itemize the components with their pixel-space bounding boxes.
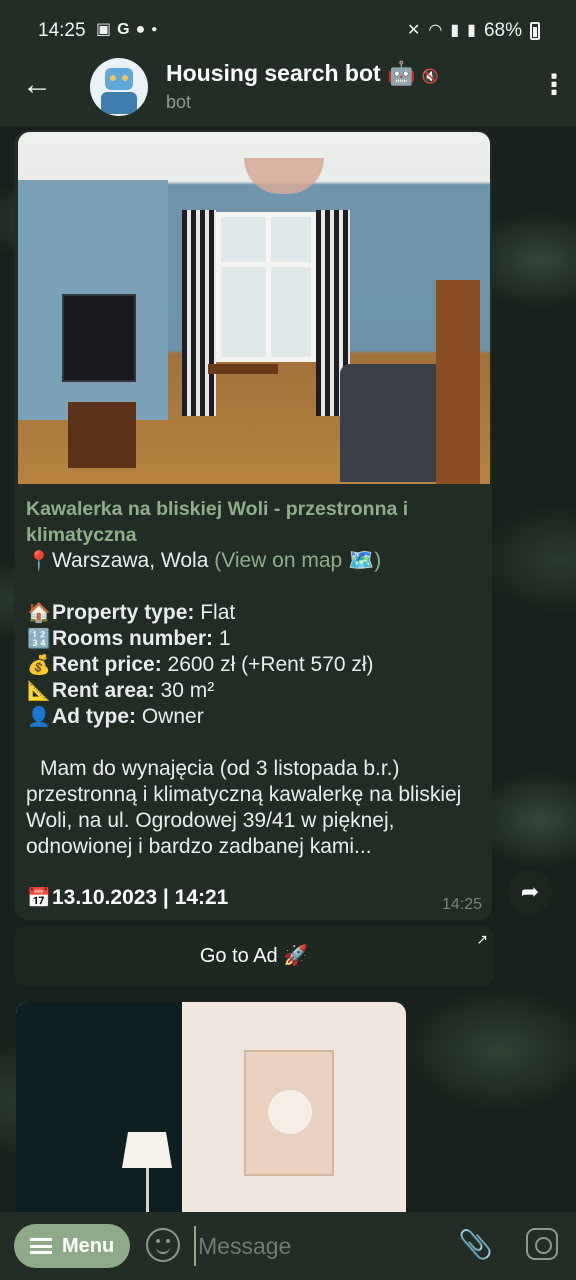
top-bar: 14:25 ▣ G ● ● ✕ ◠ ▮ ▮ 68% ← Housing sear… [0,0,576,126]
camera-icon[interactable] [526,1228,558,1260]
message-input[interactable] [194,1226,434,1266]
menu-label: Menu [62,1235,115,1257]
chat-header: ← Housing search bot 🤖 🔇 bot ⋮ [0,52,576,126]
rent-area-row: 📐Rent area: 30 m² [27,679,215,702]
status-time: 14:25 [38,20,86,41]
property-type-row: 🏠Property type: Flat [27,601,236,624]
listing-description: Mam do wynajęcia (od 3 listopada b.r.) p… [26,757,462,858]
attach-icon[interactable]: 📎 [458,1226,493,1264]
numbers-icon: 🔢 [27,628,51,650]
battery-icon [530,22,540,40]
listing-date: 📅13.10.2023 | 14:21 [27,886,229,909]
chat-title[interactable]: Housing search bot 🤖 🔇 [166,60,439,87]
signal-icon: ▮ [467,22,476,39]
listing-location: 📍Warszawa, Wola (View on map 🗺️) [27,549,382,572]
share-forward-icon[interactable]: ➦ [508,870,552,914]
chat-subtitle: bot [166,92,192,112]
apartment-photo[interactable] [18,132,490,484]
chat-icon: ● [135,21,146,38]
rent-price-row: 💰Rent price: 2600 zł (+Rent 570 zł) [27,653,374,676]
gallery-icon: ▣ [96,21,112,38]
message-time: 14:25 [441,896,482,913]
hamburger-icon [30,1238,52,1254]
second-apartment-photo[interactable] [16,1002,406,1212]
external-link-icon: ↗ [476,931,488,947]
avatar[interactable] [90,58,148,116]
signal-icon: ▮ [450,22,460,39]
calendar-icon: 📅 [27,887,51,909]
dot-icon: ● [151,24,158,35]
chat-title-text: Housing search bot 🤖 [166,60,416,86]
google-icon: G [117,21,130,38]
person-icon: 👤 [27,706,51,728]
ad-type-row: 👤Ad type: Owner [27,705,204,728]
money-bag-icon: 💰 [27,654,51,676]
wifi-icon: ◠ [428,22,443,39]
pin-icon: 📍 [27,550,51,572]
rooms-row: 🔢Rooms number: 1 [27,627,231,650]
more-options-icon[interactable]: ⋮ [540,70,568,100]
view-on-map-link[interactable]: (View on map 🗺️) [214,549,381,572]
house-icon: 🏠 [27,602,51,624]
mute-vibrate-icon: ✕ [406,22,421,39]
message-bubble[interactable]: Kawalerka na bliskiej Woli - przestronna… [14,130,492,920]
go-to-ad-label: Go to Ad 🚀 [199,945,309,967]
listing-properties: 🏠Property type: Flat 🔢Rooms number: 1 💰R… [26,600,374,730]
battery-percent: 68% [483,20,522,41]
menu-button[interactable]: Menu [14,1224,130,1268]
muted-icon: 🔇 [421,68,440,84]
listing-title[interactable]: Kawalerka na bliskiej Woli - przestronna… [26,496,486,548]
back-arrow-icon[interactable]: ← [22,68,56,102]
go-to-ad-button[interactable]: Go to Ad 🚀 ↗ [14,926,494,986]
ruler-icon: 📐 [27,680,51,702]
emoji-icon[interactable] [146,1228,180,1262]
input-bar: Menu 📎 [0,1212,576,1280]
